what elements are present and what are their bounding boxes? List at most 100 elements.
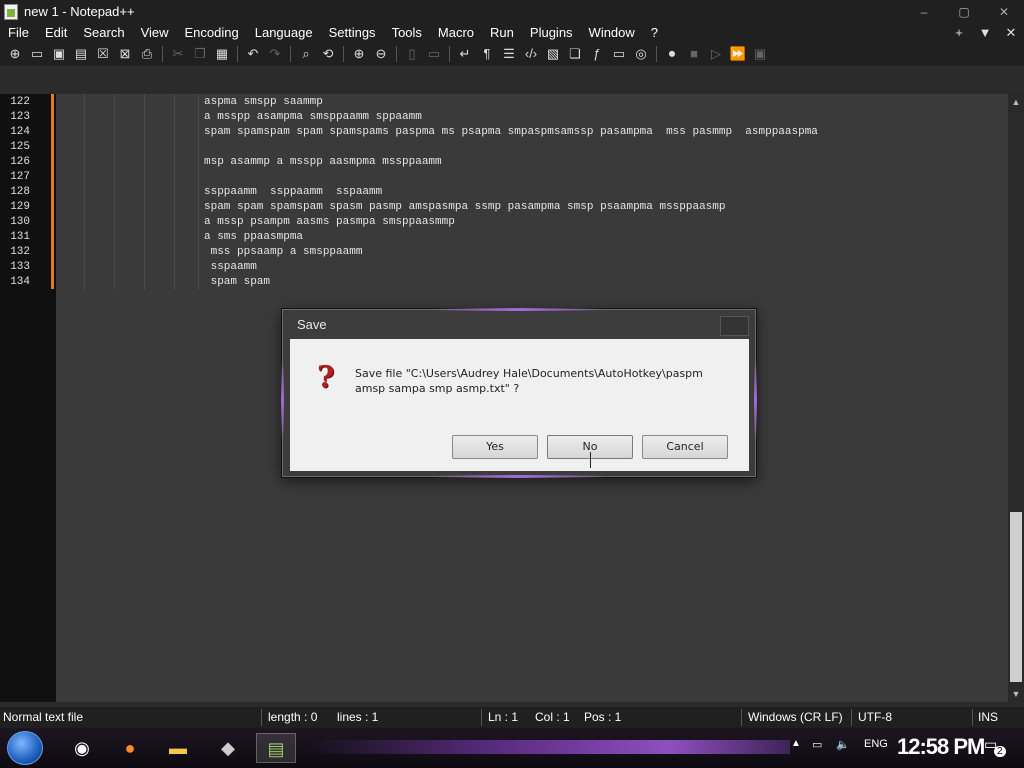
language-indicator[interactable]: ENG <box>864 738 888 750</box>
dialog-body: ? Save file "C:\Users\Audrey Hale\Docume… <box>290 339 749 471</box>
close-icon[interactable]: ☒ <box>94 45 112 63</box>
toolbar: ⊕ ▭ ▣ ▤ ☒ ⊠ ⎙ ✂ ❐ ▦ ↶ ↷ ⌕ ⟲ ⊕ ⊖ ▯ ▭ ↵ ¶ … <box>0 42 1024 66</box>
code-line: 131 a sms ppaasmpma <box>0 230 1008 245</box>
dialog-close-button[interactable] <box>720 316 749 336</box>
replace-icon[interactable]: ⟲ <box>319 45 337 63</box>
menu-edit[interactable]: Edit <box>37 23 75 42</box>
run-macro-multiple-icon[interactable]: ⏩ <box>729 45 747 63</box>
line-text: ssppaamm ssppaamm sspaamm <box>204 186 383 198</box>
save-all-icon[interactable]: ▤ <box>72 45 90 63</box>
clock[interactable]: 12:58 PM <box>897 734 985 760</box>
line-text: msp asammp a msspp aasmpma mssppaamm <box>204 156 442 168</box>
status-length: length : 0 <box>268 710 318 724</box>
menu-view[interactable]: View <box>133 23 177 42</box>
show-hidden-icons-icon[interactable]: ▲ <box>791 738 801 749</box>
maximize-button[interactable]: ▢ <box>944 2 984 22</box>
document-list-icon[interactable]: ❏ <box>566 45 584 63</box>
menu-plugins[interactable]: Plugins <box>522 23 581 42</box>
code-line: 134 spam spam <box>0 275 1008 290</box>
xml-tag-icon[interactable]: ‹/› <box>522 45 540 63</box>
cut-icon[interactable]: ✂ <box>169 45 187 63</box>
menu-language[interactable]: Language <box>247 23 321 42</box>
scrollbar-thumb[interactable] <box>1010 512 1022 682</box>
line-text: a msspp asampma smsppaamm sppaamm <box>204 111 422 123</box>
zoom-out-icon[interactable]: ⊖ <box>372 45 390 63</box>
function-list-icon[interactable]: ƒ <box>588 45 606 63</box>
stop-macro-icon[interactable]: ■ <box>685 45 703 63</box>
start-button[interactable] <box>7 731 43 765</box>
menu-help[interactable]: ? <box>643 23 666 42</box>
menu-search[interactable]: Search <box>75 23 132 42</box>
firefox-icon[interactable]: ● <box>110 733 150 763</box>
cancel-button[interactable]: Cancel <box>642 435 728 459</box>
undo-icon[interactable]: ↶ <box>244 45 262 63</box>
menu-encoding[interactable]: Encoding <box>177 23 247 42</box>
yes-button[interactable]: Yes <box>452 435 538 459</box>
line-number: 126 <box>10 156 30 168</box>
folder-workspace-icon[interactable]: ▭ <box>610 45 628 63</box>
record-macro-icon[interactable]: ⏺ <box>663 45 681 63</box>
line-number: 124 <box>10 126 30 138</box>
new-file-icon[interactable]: ⊕ <box>6 45 24 63</box>
status-pos: Pos : 1 <box>584 710 622 724</box>
open-file-icon[interactable]: ▭ <box>28 45 46 63</box>
close-all-icon[interactable]: ⊠ <box>116 45 134 63</box>
file-explorer-icon[interactable]: ▬ <box>158 733 198 763</box>
menu-window[interactable]: Window <box>581 23 643 42</box>
volume-icon[interactable]: 🔈 <box>836 738 850 751</box>
menu-macro[interactable]: Macro <box>430 23 482 42</box>
line-number: 125 <box>10 141 30 153</box>
scroll-up-icon[interactable]: ▲ <box>1008 94 1024 110</box>
print-icon[interactable]: ⎙ <box>138 45 156 63</box>
indent-guide-icon[interactable]: ☰ <box>500 45 518 63</box>
line-text: mss ppsaamp a smsppaamm <box>204 246 363 258</box>
code-lines: 122 aspma smspp saammp 123 a msspp asampma… <box>0 95 1008 290</box>
new-tab-icon[interactable]: + <box>946 25 972 41</box>
menu-run[interactable]: Run <box>482 23 522 42</box>
taskbar: ◉ ● ▬ ◆ ▤ ▲ ▭ 🔈 ENG 12:58 PM ▭ 2 <box>0 728 1024 768</box>
code-line: 132 mss ppsaamp a smsppaamm <box>0 245 1008 260</box>
menu-settings[interactable]: Settings <box>321 23 384 42</box>
installer-icon[interactable]: ◆ <box>208 733 248 763</box>
vertical-scrollbar[interactable]: ▲ ▼ <box>1008 94 1024 702</box>
monitoring-icon[interactable]: ◎ <box>632 45 650 63</box>
line-number: 133 <box>10 261 30 273</box>
menu-tools[interactable]: Tools <box>384 23 430 42</box>
chrome-icon[interactable]: ◉ <box>62 733 102 763</box>
sync-vertical-icon[interactable]: ▯ <box>403 45 421 63</box>
copy-icon[interactable]: ❐ <box>191 45 209 63</box>
sync-horizontal-icon[interactable]: ▭ <box>425 45 443 63</box>
word-wrap-icon[interactable]: ↵ <box>456 45 474 63</box>
tab-list-icon[interactable]: ▼ <box>972 25 998 41</box>
zoom-in-icon[interactable]: ⊕ <box>350 45 368 63</box>
line-number: 134 <box>10 276 30 288</box>
line-text: a mssp psampm aasms pasmpa smsppaasmmp <box>204 216 455 228</box>
code-line: 127 <box>0 170 1008 185</box>
save-dialog: Save ? Save file "C:\Users\Audrey Hale\D… <box>281 308 757 478</box>
line-number: 123 <box>10 111 30 123</box>
status-filetype: Normal text file <box>3 710 84 724</box>
menu-file[interactable]: File <box>0 23 37 42</box>
find-icon[interactable]: ⌕ <box>297 45 315 63</box>
paste-icon[interactable]: ▦ <box>213 45 231 63</box>
play-macro-icon[interactable]: ▷ <box>707 45 725 63</box>
line-number: 132 <box>10 246 30 258</box>
save-macro-icon[interactable]: ▣ <box>751 45 769 63</box>
redo-icon[interactable]: ↷ <box>266 45 284 63</box>
network-icon[interactable]: ▭ <box>812 738 822 751</box>
code-line: 125 <box>0 140 1008 155</box>
line-number: 128 <box>10 186 30 198</box>
window-title: new 1 - Notepad++ <box>24 4 135 19</box>
status-encoding[interactable]: UTF-8 <box>858 710 892 724</box>
status-eol[interactable]: Windows (CR LF) <box>748 710 843 724</box>
code-line: 133 sspaamm <box>0 260 1008 275</box>
save-icon[interactable]: ▣ <box>50 45 68 63</box>
minimize-button[interactable]: – <box>904 2 944 22</box>
show-all-characters-icon[interactable]: ¶ <box>478 45 496 63</box>
status-insert-mode[interactable]: INS <box>978 710 998 724</box>
notepadpp-taskbar-icon[interactable]: ▤ <box>256 733 296 763</box>
scroll-down-icon[interactable]: ▼ <box>1008 686 1024 702</box>
document-map-icon[interactable]: ▧ <box>544 45 562 63</box>
close-window-button[interactable]: ✕ <box>984 2 1024 22</box>
close-tab-icon[interactable]: ✕ <box>998 25 1024 41</box>
